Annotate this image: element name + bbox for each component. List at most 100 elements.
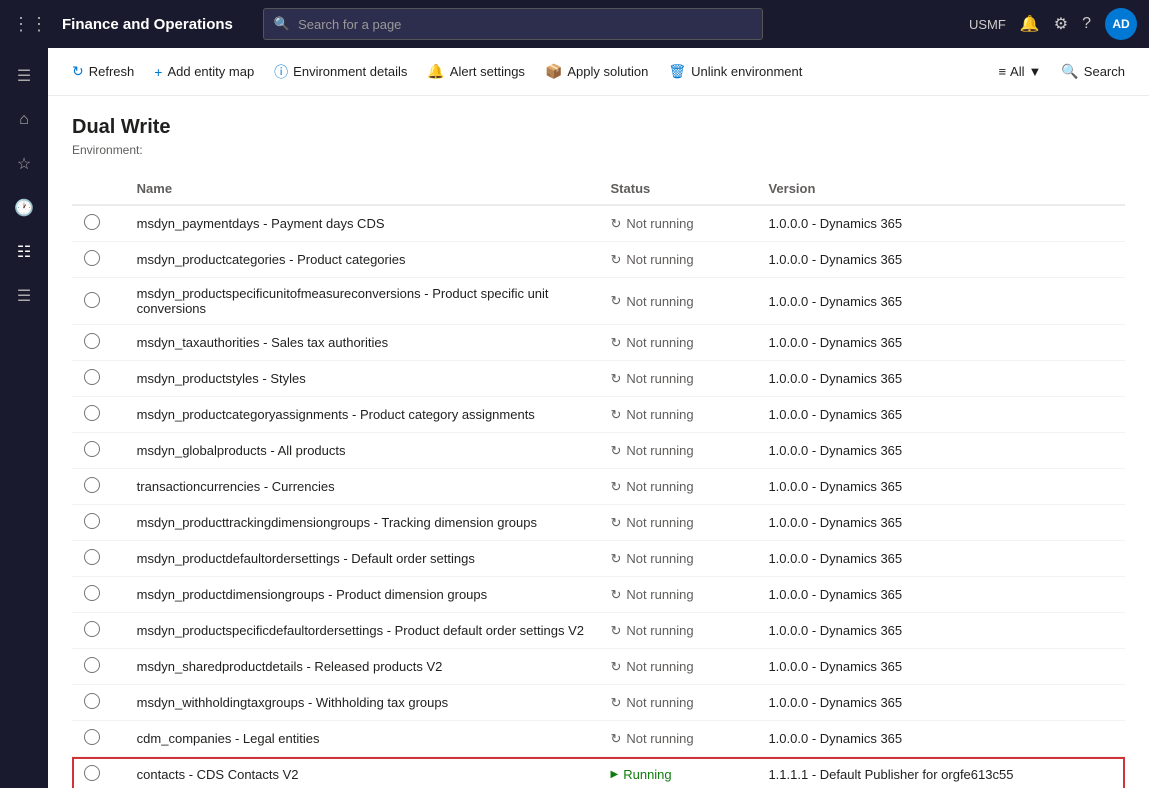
row-version: 1.0.0.0 - Dynamics 365 <box>756 397 1125 433</box>
info-icon: ⓘ <box>274 62 288 82</box>
status-not-running: ↻Not running <box>611 371 745 387</box>
sidebar-icon-home[interactable]: ⌂ <box>4 100 44 140</box>
row-name: transactioncurrencies - Currencies <box>125 469 599 505</box>
row-radio[interactable] <box>84 477 100 493</box>
chevron-down-icon: ▼ <box>1028 64 1041 79</box>
search-input[interactable] <box>298 17 752 32</box>
main-layout: ☰ ⌂ ☆ 🕐 ☷ ☰ ↻ Refresh + Add entity map ⓘ… <box>0 48 1149 788</box>
row-version: 1.0.0.0 - Dynamics 365 <box>756 541 1125 577</box>
avatar[interactable]: AD <box>1105 8 1137 40</box>
sidebar-icon-modules[interactable]: ☷ <box>4 232 44 272</box>
table-row[interactable]: cdm_companies - Legal entities↻Not runni… <box>72 721 1125 757</box>
row-version: 1.0.0.0 - Dynamics 365 <box>756 278 1125 325</box>
environment-details-button[interactable]: ⓘ Environment details <box>266 56 415 88</box>
toolbar-right: ≡ All ▼ 🔍 Search <box>990 57 1133 86</box>
sync-icon: ↻ <box>611 731 622 747</box>
sidebar-icon-favorites[interactable]: ☆ <box>4 144 44 184</box>
row-name: msdyn_productdimensiongroups - Product d… <box>125 577 599 613</box>
row-radio[interactable] <box>84 585 100 601</box>
row-radio[interactable] <box>84 621 100 637</box>
row-status: ↻Not running <box>599 325 757 361</box>
status-not-running: ↻Not running <box>611 515 745 531</box>
table-row[interactable]: msdyn_paymentdays - Payment days CDS↻Not… <box>72 205 1125 242</box>
sidebar-icon-list[interactable]: ☰ <box>4 276 44 316</box>
help-icon[interactable]: ? <box>1082 15 1091 33</box>
row-radio[interactable] <box>84 549 100 565</box>
row-radio[interactable] <box>84 369 100 385</box>
add-entity-map-button[interactable]: + Add entity map <box>146 58 262 86</box>
table-row[interactable]: msdyn_productspecificunitofmeasureconver… <box>72 278 1125 325</box>
row-status: ↻Not running <box>599 613 757 649</box>
table-row[interactable]: msdyn_productspecificdefaultordersetting… <box>72 613 1125 649</box>
search-icon: 🔍 <box>1061 63 1078 80</box>
sidebar-icon-recent[interactable]: 🕐 <box>4 188 44 228</box>
table-row[interactable]: msdyn_productdefaultordersettings - Defa… <box>72 541 1125 577</box>
row-radio[interactable] <box>84 765 100 781</box>
row-name: msdyn_productcategories - Product catego… <box>125 242 599 278</box>
status-not-running: ↻Not running <box>611 731 745 747</box>
table-row[interactable]: contacts - CDS Contacts V2▶Running1.1.1.… <box>72 757 1125 788</box>
row-name: msdyn_sharedproductdetails - Released pr… <box>125 649 599 685</box>
page-title: Dual Write <box>72 116 1125 139</box>
search-bar[interactable]: 🔍 <box>263 8 763 40</box>
apply-icon: 📦 <box>545 63 562 80</box>
row-radio[interactable] <box>84 693 100 709</box>
row-version: 1.0.0.0 - Dynamics 365 <box>756 205 1125 242</box>
table-row[interactable]: msdyn_producttrackingdimensiongroups - T… <box>72 505 1125 541</box>
row-version: 1.0.0.0 - Dynamics 365 <box>756 721 1125 757</box>
row-version: 1.0.0.0 - Dynamics 365 <box>756 325 1125 361</box>
apply-solution-button[interactable]: 📦 Apply solution <box>537 57 656 86</box>
table-row[interactable]: msdyn_sharedproductdetails - Released pr… <box>72 649 1125 685</box>
sync-icon: ↻ <box>611 407 622 423</box>
row-status: ↻Not running <box>599 577 757 613</box>
nav-right: USMF 🔔 ⚙ ? AD <box>969 8 1137 40</box>
table-row[interactable]: msdyn_withholdingtaxgroups - Withholding… <box>72 685 1125 721</box>
unlink-environment-button[interactable]: 🗑 Unlink environment <box>660 57 810 86</box>
table-header-row: Name Status Version <box>72 173 1125 205</box>
status-running: ▶Running <box>611 767 745 782</box>
table-row[interactable]: msdyn_globalproducts - All products↻Not … <box>72 433 1125 469</box>
row-status: ↻Not running <box>599 541 757 577</box>
table-row[interactable]: transactioncurrencies - Currencies↻Not r… <box>72 469 1125 505</box>
table-row[interactable]: msdyn_productcategories - Product catego… <box>72 242 1125 278</box>
filter-all-button[interactable]: ≡ All ▼ <box>990 58 1049 85</box>
row-radio[interactable] <box>84 333 100 349</box>
sync-icon: ↻ <box>611 335 622 351</box>
row-status: ↻Not running <box>599 205 757 242</box>
row-radio[interactable] <box>84 292 100 308</box>
row-status: ↻Not running <box>599 505 757 541</box>
row-radio[interactable] <box>84 250 100 266</box>
sync-icon: ↻ <box>611 293 622 309</box>
table-row[interactable]: msdyn_taxauthorities - Sales tax authori… <box>72 325 1125 361</box>
table-row[interactable]: msdyn_productcategoryassignments - Produ… <box>72 397 1125 433</box>
settings-icon[interactable]: ⚙ <box>1054 14 1068 34</box>
col-check <box>72 173 125 205</box>
sidebar-icon-menu[interactable]: ☰ <box>4 56 44 96</box>
grid-icon[interactable]: ⋮⋮ <box>12 14 48 35</box>
row-version: 1.0.0.0 - Dynamics 365 <box>756 433 1125 469</box>
table-row[interactable]: msdyn_productdimensiongroups - Product d… <box>72 577 1125 613</box>
filter-lines-icon: ≡ <box>998 64 1006 79</box>
toolbar: ↻ Refresh + Add entity map ⓘ Environment… <box>48 48 1149 96</box>
notification-icon[interactable]: 🔔 <box>1020 14 1040 34</box>
row-version: 1.0.0.0 - Dynamics 365 <box>756 613 1125 649</box>
row-version: 1.0.0.0 - Dynamics 365 <box>756 505 1125 541</box>
environment-label: Environment: <box>72 143 1125 157</box>
row-radio[interactable] <box>84 657 100 673</box>
search-button[interactable]: 🔍 Search <box>1053 57 1133 86</box>
row-radio[interactable] <box>84 214 100 230</box>
row-radio[interactable] <box>84 405 100 421</box>
table-row[interactable]: msdyn_productstyles - Styles↻Not running… <box>72 361 1125 397</box>
refresh-button[interactable]: ↻ Refresh <box>64 57 142 86</box>
row-radio[interactable] <box>84 441 100 457</box>
row-radio[interactable] <box>84 513 100 529</box>
row-version: 1.0.0.0 - Dynamics 365 <box>756 649 1125 685</box>
sync-icon: ↻ <box>611 252 622 268</box>
sync-icon: ↻ <box>611 371 622 387</box>
row-radio[interactable] <box>84 729 100 745</box>
status-not-running: ↻Not running <box>611 407 745 423</box>
unlink-icon: 🗑 <box>668 63 686 80</box>
alert-settings-button[interactable]: 🔔 Alert settings <box>419 57 533 86</box>
row-status: ↻Not running <box>599 361 757 397</box>
row-status: ↻Not running <box>599 242 757 278</box>
